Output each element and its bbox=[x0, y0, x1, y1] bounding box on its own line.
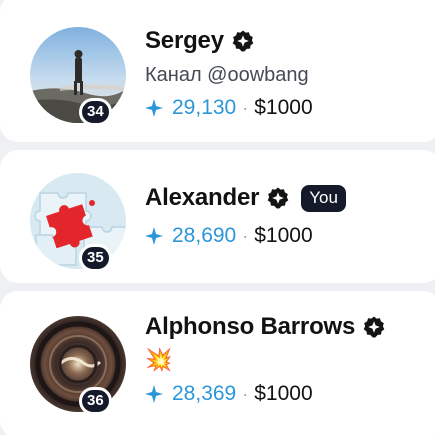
amount-value: $1000 bbox=[254, 224, 313, 247]
points-value: 28,690 bbox=[172, 224, 237, 247]
entry-info: Alexander You 28,690 · $1000 bbox=[145, 181, 346, 252]
separator: · bbox=[242, 383, 249, 404]
entry-info: Alphonso Barrows 💥 28,369 · $1000 bbox=[145, 310, 386, 410]
name-row: Sergey bbox=[145, 24, 313, 58]
rank-badge: 34 bbox=[79, 98, 112, 126]
avatar-container: 34 bbox=[30, 27, 126, 126]
stats-row: 28,369 · $1000 bbox=[145, 378, 386, 410]
separator: · bbox=[242, 97, 249, 118]
separator: · bbox=[242, 225, 249, 246]
leaderboard-entry[interactable]: 36 Alphonso Barrows 💥 28,369 · $1000 bbox=[0, 291, 435, 435]
user-name[interactable]: Sergey bbox=[145, 27, 224, 55]
you-badge: You bbox=[301, 184, 346, 212]
stats-row: 29,130 · $1000 bbox=[145, 92, 313, 124]
stats-row: 28,690 · $1000 bbox=[145, 220, 346, 252]
user-name[interactable]: Alphonso Barrows bbox=[145, 313, 355, 341]
verified-badge-icon bbox=[362, 315, 386, 339]
avatar-container: 35 bbox=[30, 173, 126, 272]
amount-value: $1000 bbox=[254, 382, 313, 405]
sparkle-star-icon bbox=[145, 385, 163, 403]
entry-info: Sergey Канал @oowbang 29,130 · $1000 bbox=[145, 24, 313, 124]
status-emoji: 💥 bbox=[145, 347, 173, 372]
user-name[interactable]: Alexander bbox=[145, 184, 259, 212]
channel-subtitle: Канал @oowbang bbox=[145, 64, 309, 86]
rank-badge: 36 bbox=[79, 387, 112, 415]
leaderboard-entry-current-user[interactable]: 35 Alexander You 28,690 · $1000 bbox=[0, 150, 435, 283]
avatar-container: 36 bbox=[30, 316, 126, 415]
points-value: 29,130 bbox=[172, 96, 237, 119]
leaderboard-entry[interactable]: 34 Sergey Канал @oowbang 29,130 · $1000 bbox=[0, 0, 435, 142]
sparkle-star-icon bbox=[145, 99, 163, 117]
verified-badge-icon bbox=[231, 29, 255, 53]
name-row: Alphonso Barrows bbox=[145, 310, 386, 344]
name-row: Alexander You bbox=[145, 181, 346, 215]
verified-badge-icon bbox=[266, 186, 290, 210]
rank-badge: 35 bbox=[79, 244, 112, 272]
leaderboard-list: 34 Sergey Канал @oowbang 29,130 · $1000 … bbox=[0, 0, 435, 435]
amount-value: $1000 bbox=[254, 96, 313, 119]
sparkle-star-icon bbox=[145, 227, 163, 245]
points-value: 28,369 bbox=[172, 382, 237, 405]
